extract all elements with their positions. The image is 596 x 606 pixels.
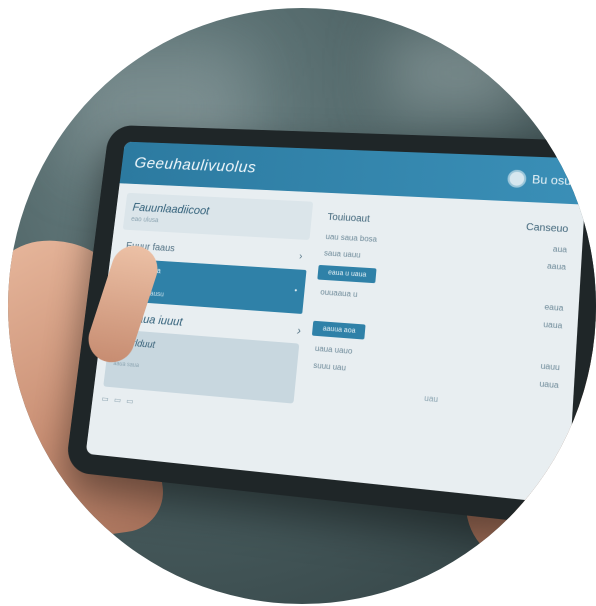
- info-card-subtitle: aaua saua: [112, 361, 140, 370]
- tablet-device: Geeuhaulivuolus Bu osu Fauunlaadiicoot e…: [65, 124, 596, 529]
- chevron-right-icon: ›: [298, 251, 303, 262]
- user-label: Bu osu: [531, 172, 572, 188]
- detail-label: ouuaaua u: [319, 287, 358, 299]
- card-icon[interactable]: ▭: [101, 394, 109, 403]
- detail-status: Canseuo: [525, 221, 569, 236]
- detail-value: uaua: [543, 319, 563, 331]
- detail-value: uaua: [539, 379, 560, 391]
- photo-circle: Geeuhaulivuolus Bu osu Fauunlaadiicoot e…: [8, 8, 596, 604]
- action-button[interactable]: aauua aoa: [312, 320, 367, 340]
- dot-icon: •: [293, 285, 298, 295]
- info-card-title: Eaurlduut: [115, 337, 156, 351]
- detail-label: saua uauu: [323, 248, 362, 260]
- chevron-right-icon: ›: [296, 323, 302, 338]
- detail-label: [318, 304, 319, 313]
- right-column: Touiuoaut Canseuo uau saua bosa aua saua…: [304, 202, 574, 446]
- user-menu[interactable]: Bu osu: [506, 169, 572, 189]
- detail-label: uaua uauo: [314, 343, 353, 356]
- app-title: Geeuhaulivuolus: [133, 153, 258, 177]
- tablet-screen: Geeuhaulivuolus Bu osu Fauunlaadiicoot e…: [85, 141, 588, 505]
- action-button[interactable]: eaua u uaua: [317, 264, 377, 284]
- detail-value: aua: [552, 244, 568, 255]
- summary-card[interactable]: Fauunlaadiicoot eao ulusa: [122, 192, 314, 241]
- detail-value: aaua: [546, 261, 567, 272]
- detail-label: uau saua bosa: [325, 232, 378, 244]
- detail-value: uauu: [540, 361, 561, 373]
- detail-title: Touiuoaut: [327, 212, 371, 225]
- detail-value: eaua: [544, 302, 564, 313]
- card-icon[interactable]: ▭: [126, 396, 134, 405]
- avatar: [506, 169, 527, 188]
- card-icon[interactable]: ▭: [114, 395, 122, 404]
- app-body: Fauunlaadiicoot eao ulusa Euuur faaus › …: [91, 183, 585, 457]
- background-blur: [388, 28, 528, 118]
- detail-label: suuu uau: [312, 360, 347, 373]
